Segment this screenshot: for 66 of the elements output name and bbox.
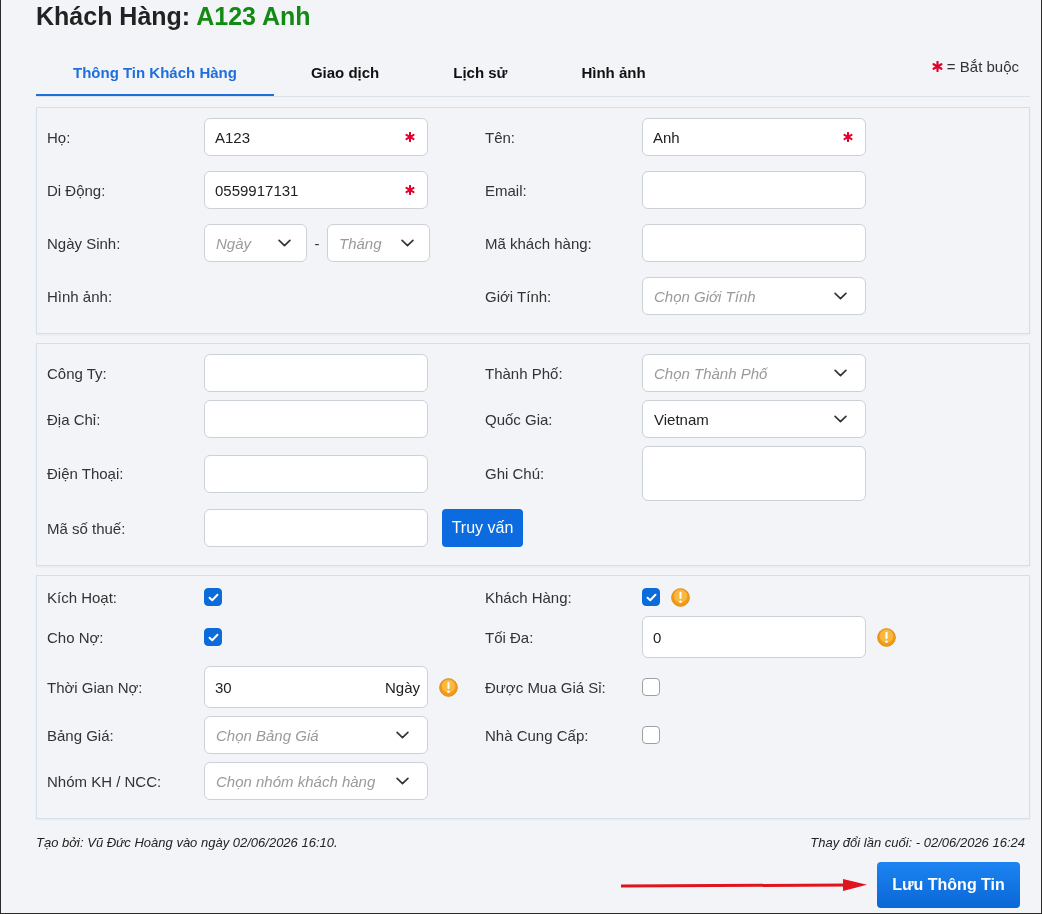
save-button[interactable]: Lưu Thông Tin bbox=[877, 862, 1020, 908]
chevron-down-icon bbox=[834, 292, 847, 300]
checkbox[interactable] bbox=[642, 588, 660, 606]
field-label: Ngày Sinh: bbox=[47, 234, 122, 252]
date-separator: - bbox=[313, 234, 321, 252]
checkbox[interactable] bbox=[642, 678, 660, 696]
field-label: Công Ty: bbox=[47, 364, 108, 382]
field-label: Điện Thoại: bbox=[47, 465, 125, 482]
field-label: Hình ảnh: bbox=[47, 287, 114, 305]
field-label: Địa Chỉ: bbox=[47, 410, 102, 428]
tab[interactable]: Hình ảnh bbox=[544, 50, 683, 96]
textarea-field[interactable] bbox=[642, 446, 866, 501]
field-label: Bảng Giá: bbox=[47, 726, 115, 744]
field-label: Mã số thuế: bbox=[47, 519, 127, 537]
tab[interactable]: Giao dịch bbox=[273, 50, 417, 96]
query-button[interactable]: Truy vấn bbox=[442, 509, 523, 547]
text-field[interactable]: 30 Ngày bbox=[204, 666, 428, 708]
field-label: Nhóm KH / NCC: bbox=[47, 772, 163, 790]
field-label: Quốc Gia: bbox=[485, 410, 554, 428]
created-info: Tạo bởi: Vũ Đức Hoàng vào ngày 02/06/2026 16:10. bbox=[36, 835, 338, 851]
field-label: Thành Phố: bbox=[485, 364, 564, 382]
chevron-down-icon bbox=[396, 731, 409, 739]
field-label: Thời Gian Nợ: bbox=[47, 678, 144, 696]
legend-text: = Bắt buộc bbox=[946, 58, 1019, 75]
text-field[interactable] bbox=[204, 509, 428, 547]
field-label: Họ: bbox=[47, 128, 72, 146]
field-label: Mã khách hàng: bbox=[485, 234, 593, 252]
field-label: Kích Hoạt: bbox=[47, 588, 119, 606]
text-field[interactable] bbox=[642, 171, 866, 209]
text-field[interactable] bbox=[642, 224, 866, 262]
field-label: Giới Tính: bbox=[485, 287, 553, 305]
field-label: Di Động: bbox=[47, 181, 107, 199]
text-field[interactable]: A123 bbox=[204, 118, 428, 156]
field-label: Tên: bbox=[485, 128, 516, 146]
customer-name: A123 Anh bbox=[196, 2, 311, 30]
tab[interactable]: Lịch sử bbox=[416, 50, 545, 96]
chevron-down-icon bbox=[278, 239, 291, 247]
field-label: Khách Hàng: bbox=[485, 588, 573, 606]
text-field[interactable]: Anh bbox=[642, 118, 866, 156]
field-label: Được Mua Giá Sỉ: bbox=[485, 678, 607, 696]
check-icon bbox=[645, 592, 657, 602]
chevron-down-icon bbox=[834, 369, 847, 377]
check-icon bbox=[207, 632, 219, 642]
modified-info: Thay đổi lần cuối: - 02/06/2026 16:24 bbox=[810, 835, 1025, 851]
page-title: Khách Hàng: bbox=[36, 2, 191, 30]
tab[interactable]: Thông Tin Khách Hàng bbox=[36, 50, 274, 96]
field-label: Tối Đa: bbox=[485, 628, 535, 646]
check-icon bbox=[207, 592, 219, 602]
field-label: Email: bbox=[485, 181, 528, 199]
text-field[interactable] bbox=[204, 354, 428, 392]
checkbox[interactable] bbox=[204, 588, 222, 606]
checkbox[interactable] bbox=[204, 628, 222, 646]
asterisk-icon bbox=[931, 61, 943, 72]
chevron-down-icon bbox=[396, 777, 409, 785]
chevron-down-icon bbox=[401, 239, 414, 247]
text-field[interactable]: 0559917131 bbox=[204, 171, 428, 209]
text-field[interactable] bbox=[204, 454, 428, 493]
text-field[interactable]: 0 bbox=[642, 616, 866, 658]
select-field[interactable]: Vietnam bbox=[642, 400, 866, 438]
unit-label: Ngày bbox=[384, 678, 420, 696]
field-label: Ghi Chú: bbox=[485, 465, 546, 482]
chevron-down-icon bbox=[834, 415, 847, 423]
field-label: Nhà Cung Cấp: bbox=[485, 726, 590, 744]
field-label: Cho Nợ: bbox=[47, 628, 105, 646]
checkbox[interactable] bbox=[642, 726, 660, 744]
text-field[interactable] bbox=[204, 400, 428, 438]
